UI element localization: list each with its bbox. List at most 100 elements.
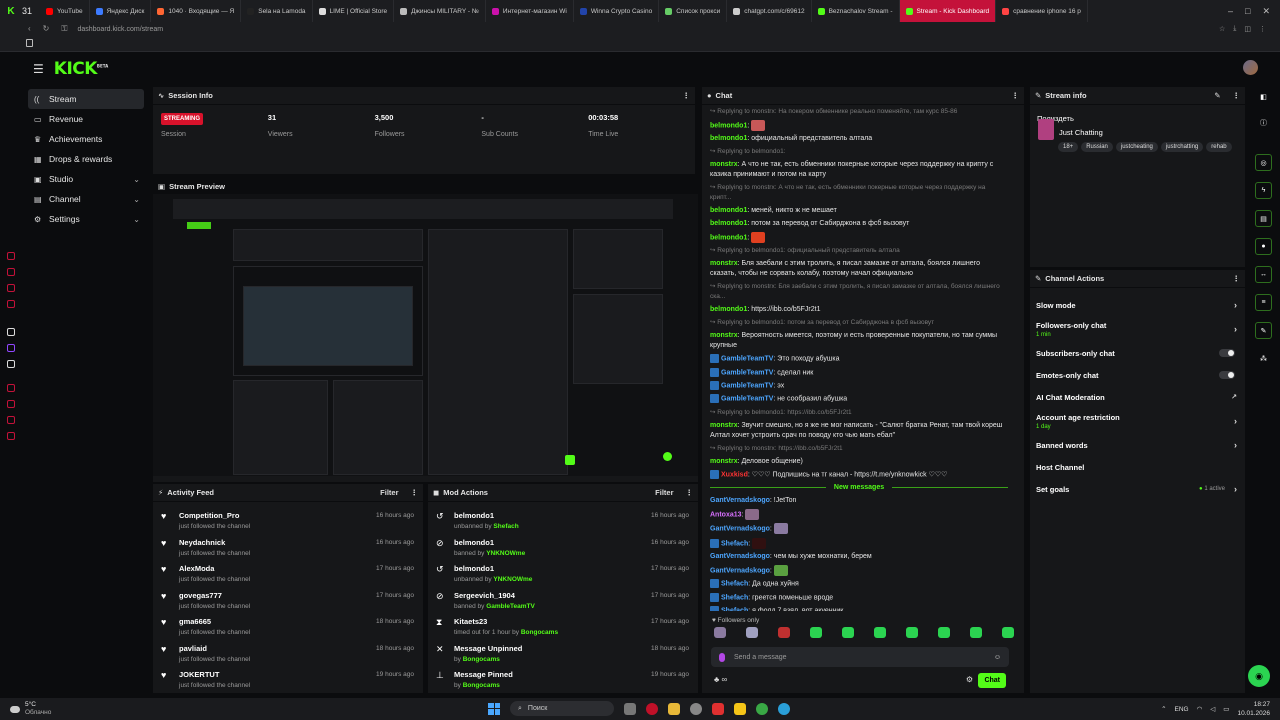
sidebar-item-revenue[interactable]: ▭ Revenue <box>28 109 144 129</box>
chevron-down-icon[interactable]: ⌄ <box>133 215 140 224</box>
more-icon[interactable]: ⋮ <box>686 488 694 497</box>
tools-icon[interactable]: ✎ <box>1255 322 1272 339</box>
target-name[interactable]: Message Pinned <box>454 670 513 679</box>
chat-message[interactable]: monstrx: Звучит смешно, но я же не мог н… <box>702 419 1016 442</box>
hamburger-icon[interactable]: ☰ <box>33 62 44 76</box>
telegram-icon[interactable] <box>778 702 790 715</box>
username[interactable]: Neydachnick <box>179 538 250 547</box>
info-icon[interactable]: ⓘ <box>1255 114 1272 131</box>
chat-username[interactable]: Antoxa13 <box>710 511 742 518</box>
camera-icon[interactable]: ◎ <box>1255 154 1272 171</box>
emote-icon[interactable] <box>906 627 918 638</box>
emoji-icon[interactable]: ☺ <box>994 654 1001 661</box>
extension-icon[interactable]: ◫ <box>1244 25 1251 33</box>
chat-bubble-icon[interactable]: ● <box>1255 238 1272 255</box>
chat-username[interactable]: Shefach <box>721 594 748 601</box>
target-name[interactable]: Sergeevich_1904 <box>454 591 535 600</box>
chat-username[interactable]: Xuxkisd <box>721 471 748 478</box>
app-icon[interactable] <box>734 702 746 715</box>
activity-row[interactable]: ♥ Competition_Pro just followed the channe… <box>153 507 423 534</box>
moderator-name[interactable]: Shefach <box>493 523 518 530</box>
browser-logo[interactable]: K <box>0 0 22 22</box>
category-name[interactable]: Just Chatting <box>1059 128 1103 137</box>
opera-icon[interactable] <box>646 702 658 715</box>
username[interactable]: pavliaid <box>179 644 250 653</box>
app-icon[interactable] <box>756 702 768 715</box>
moderator-name[interactable]: Bongocams <box>463 656 500 663</box>
battery-icon[interactable]: ▭ <box>1223 705 1229 713</box>
browser-tab[interactable]: сравнение iphone 16 р <box>996 0 1088 22</box>
chat-message[interactable]: GambleTeamTV: сделал ник <box>702 366 1016 379</box>
chat-username[interactable]: Shefach <box>721 540 748 547</box>
browser-tab[interactable]: chatgpt.com/c/69612 <box>727 0 812 22</box>
rail-icon[interactable] <box>7 400 15 408</box>
chat-message[interactable]: monstrx: Деловое общение) <box>702 455 1016 468</box>
support-chat-button[interactable]: ◉ <box>1248 665 1270 687</box>
chat-message[interactable]: Shefach: греется поменьше вроде <box>702 591 1016 604</box>
rail-icon[interactable] <box>7 284 15 292</box>
mod-action-row[interactable]: ⧗ Kitaets23 timed out for 1 hour by Bongoc… <box>428 613 698 640</box>
wifi-icon[interactable]: ◠ <box>1197 705 1203 713</box>
rail-icon[interactable] <box>7 416 15 424</box>
target-name[interactable]: belmondo1 <box>454 511 519 520</box>
collapse-icon[interactable]: ◧ <box>1255 88 1272 105</box>
stream-tag[interactable]: justrchatting <box>1160 142 1204 152</box>
browser-tab[interactable]: Sela на Lamoda <box>241 0 313 22</box>
username[interactable]: AlexModa <box>179 564 250 573</box>
chat-username[interactable]: belmondo1 <box>710 122 747 129</box>
rail-icon[interactable] <box>7 252 15 260</box>
emote-icon[interactable] <box>874 627 886 638</box>
chat-username[interactable]: GambleTeamTV <box>721 382 773 389</box>
activity-row[interactable]: ♥ pavliaid just followed the channel 18 hou… <box>153 640 423 667</box>
chevron-down-icon[interactable]: ⌄ <box>133 195 140 204</box>
chevron-right-icon[interactable]: › <box>1234 416 1237 426</box>
chat-message[interactable]: GambleTeamTV: Это походу абушка <box>702 353 1016 366</box>
menu-icon[interactable]: ⋮ <box>1259 25 1266 33</box>
moderator-name[interactable]: YNKNOWme <box>493 576 532 583</box>
chat-message[interactable]: belmondo1: <box>702 118 1016 132</box>
chevron-down-icon[interactable]: ⌄ <box>133 175 140 184</box>
emote-icon[interactable] <box>938 627 950 638</box>
url-field[interactable]: dashboard.kick.com/stream <box>77 26 163 33</box>
flash-icon[interactable]: ϟ <box>1255 182 1272 199</box>
sidebar-item-drops-rewards[interactable]: ▦ Drops & rewards <box>28 149 144 169</box>
close-icon[interactable]: ✕ <box>1262 6 1270 17</box>
target-name[interactable]: belmondo1 <box>454 538 525 547</box>
chevron-right-icon[interactable]: › <box>1234 300 1237 310</box>
explorer-icon[interactable] <box>668 702 680 715</box>
sidebar-item-channel[interactable]: ▤ Channel ⌄ <box>28 189 144 209</box>
sidebar-item-studio[interactable]: ▣ Studio ⌄ <box>28 169 144 189</box>
browser-tab[interactable]: Яндекс Диск <box>90 0 152 22</box>
chat-username[interactable]: GantVernadskogo <box>710 526 770 533</box>
group-icon[interactable]: ⁂ <box>1255 350 1272 367</box>
chat-username[interactable]: GambleTeamTV <box>721 396 773 403</box>
stream-preview-video[interactable] <box>153 194 698 476</box>
chat-message[interactable]: belmondo1: официальный представитель алт… <box>702 132 1016 145</box>
toggle-switch[interactable] <box>1219 371 1235 379</box>
chat-message[interactable]: GantVernadskogo: <box>702 522 1016 536</box>
yandex-icon[interactable] <box>712 702 724 715</box>
user-avatar[interactable] <box>1243 60 1258 75</box>
maximize-icon[interactable]: □ <box>1245 6 1250 17</box>
chat-links-icon[interactable]: ♣ ∞ <box>714 675 727 684</box>
target-name[interactable]: Message Unpinned <box>454 644 522 653</box>
rail-icon[interactable] <box>7 300 15 308</box>
more-icon[interactable]: ⋮ <box>411 488 419 497</box>
channel-action-set-goals[interactable]: Set goals ● 1 active › <box>1030 478 1245 500</box>
resize-icon[interactable]: ↔ <box>1255 266 1272 283</box>
chat-username[interactable]: belmondo1 <box>710 306 747 313</box>
chat-username[interactable]: belmondo1 <box>710 220 747 227</box>
channel-action-banned-words[interactable]: Banned words › <box>1030 434 1245 456</box>
star-icon[interactable]: ☆ <box>1219 25 1225 33</box>
chat-username[interactable]: GantVernadskogo <box>710 497 770 504</box>
note-icon[interactable]: ▤ <box>1255 210 1272 227</box>
chat-message[interactable]: monstrx: А что не так, есть обменники по… <box>702 158 1016 181</box>
chat-username[interactable]: belmondo1 <box>710 234 747 241</box>
rail-icon[interactable] <box>7 328 15 336</box>
volume-icon[interactable]: ◁ <box>1210 705 1215 713</box>
category-thumbnail[interactable] <box>1038 119 1054 140</box>
mod-action-row[interactable]: ↺ belmondo1 unbanned by YNKNOWme 17 hours a… <box>428 560 698 587</box>
more-icon[interactable]: ⋮ <box>1233 91 1241 100</box>
download-icon[interactable]: ⤓ <box>1233 25 1236 33</box>
mod-action-row[interactable]: ✕ Message Unpinned by Bongocams 18 hours ag… <box>428 640 698 667</box>
